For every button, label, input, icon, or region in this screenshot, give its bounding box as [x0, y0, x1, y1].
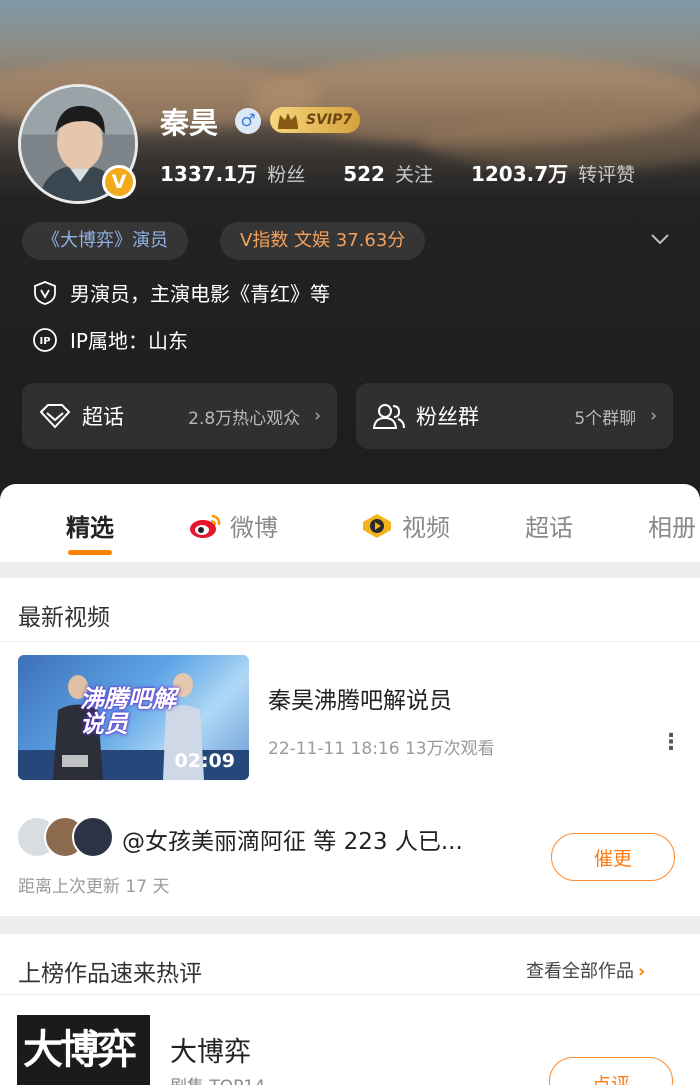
- tab-active-indicator: [68, 550, 112, 555]
- tab-label: 精选: [66, 514, 114, 542]
- profile-name: 秦昊: [160, 106, 219, 140]
- shield-icon: [34, 280, 56, 305]
- work-rank: 剧集 TOP14: [170, 1072, 265, 1085]
- supertopic-sub: 2.8万热心观众: [188, 408, 301, 429]
- verified-badge: V: [102, 165, 136, 199]
- stat-label: 粉丝: [267, 164, 306, 186]
- svip-badge[interactable]: SVIP7: [270, 107, 361, 133]
- chevron-right-icon: ›: [638, 961, 646, 982]
- v-index-tag[interactable]: V指数 文娱 37.63分: [220, 222, 426, 260]
- weibo-icon: [190, 514, 221, 538]
- tab-label: 微博: [230, 514, 278, 542]
- ip-row: IP IP属地：山东: [32, 325, 188, 354]
- svg-text:IP: IP: [39, 336, 50, 347]
- stat-label: 转评赞: [578, 164, 636, 186]
- video-icon: [363, 513, 391, 538]
- tab-label: 视频: [402, 514, 450, 542]
- tab-video[interactable]: 视频: [360, 508, 450, 543]
- ip-text: IP属地：山东: [70, 329, 188, 353]
- video-title[interactable]: 秦昊沸腾吧解说员: [268, 681, 452, 715]
- chevron-right-icon: ›: [650, 406, 657, 426]
- stat-value: 1337.1万: [160, 162, 258, 186]
- stat-value: 1203.7万: [470, 162, 569, 186]
- stat-value: 522: [343, 162, 385, 186]
- tab-album[interactable]: 相册: [648, 508, 696, 543]
- urge-update-button[interactable]: 催更: [551, 833, 675, 881]
- tab-label: 超话: [525, 514, 573, 542]
- avatar: [72, 816, 114, 858]
- more-options-icon[interactable]: ⋮: [660, 730, 682, 755]
- section-title: 上榜作品速来热评: [18, 961, 202, 987]
- stat-followers[interactable]: 1337.1万 粉丝: [160, 158, 305, 187]
- ip-location-icon: IP: [33, 327, 57, 352]
- section-title: 最新视频: [18, 605, 110, 631]
- tab-featured[interactable]: 精选: [66, 508, 114, 543]
- supertopic-title: 超话: [82, 405, 124, 429]
- video-thumbnail[interactable]: 沸腾吧解说员 02:09: [18, 655, 249, 780]
- divider: [0, 641, 700, 642]
- divider: [0, 994, 700, 995]
- tab-supertopic[interactable]: 超话: [525, 508, 573, 543]
- stat-engagement[interactable]: 1203.7万 转评赞: [471, 158, 635, 187]
- bio-row: 男演员，主演电影《青红》等: [32, 278, 330, 307]
- diamond-icon: [39, 404, 71, 429]
- video-duration: 02:09: [174, 750, 235, 772]
- tab-label: 相册: [648, 514, 696, 542]
- review-button[interactable]: 点评: [549, 1057, 673, 1085]
- male-icon: ♂: [235, 108, 261, 134]
- group-icon: [372, 404, 405, 429]
- role-tag[interactable]: 《大博弈》演员: [22, 222, 188, 260]
- fan-avatars: [16, 816, 114, 860]
- work-poster[interactable]: 大博弈: [17, 1015, 150, 1085]
- urge-notify-text: @女孩美丽滴阿征 等 223 人已...: [122, 829, 463, 855]
- thumbnail-caption: 沸腾吧解说员: [80, 685, 176, 739]
- bio-text: 男演员，主演电影《青红》等: [70, 282, 330, 306]
- profile-tabs: 精选 微博 视频 超话 相册: [0, 484, 700, 562]
- supertopic-card[interactable]: 超话 2.8万热心观众 ›: [22, 383, 337, 449]
- see-all-label: 查看全部作品: [526, 961, 634, 982]
- stat-following[interactable]: 522 关注: [343, 160, 433, 187]
- see-all-works-link[interactable]: 查看全部作品 ›: [526, 957, 645, 983]
- poster-title: 大博弈: [23, 1026, 137, 1073]
- stat-label: 关注: [394, 164, 433, 186]
- profile-stats: 1337.1万 粉丝 522 关注 1203.7万 转评赞: [160, 158, 673, 187]
- chevron-down-icon[interactable]: [650, 232, 670, 246]
- video-meta: 22-11-11 18:16 13万次观看: [268, 739, 495, 759]
- profile-header: V 秦昊 ♂ SVIP7 1337.1万 粉丝 522 关注 1203.7万 转…: [0, 0, 700, 500]
- fan-group-card[interactable]: 粉丝群 5个群聊 ›: [356, 383, 673, 449]
- chevron-right-icon: ›: [314, 406, 321, 426]
- svip-label: SVIP7: [306, 112, 353, 128]
- work-title[interactable]: 大博弈: [170, 1030, 251, 1069]
- crown-icon: [278, 113, 298, 129]
- fan-group-sub: 5个群聊: [574, 408, 637, 429]
- tab-weibo[interactable]: 微博: [188, 508, 278, 543]
- since-update-text: 距离上次更新 17 天: [18, 877, 170, 897]
- fan-group-title: 粉丝群: [416, 405, 479, 429]
